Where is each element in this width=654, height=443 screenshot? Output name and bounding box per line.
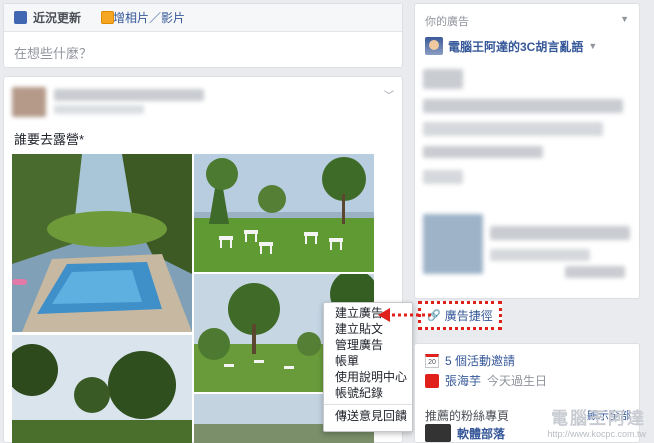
tab-status-update[interactable]: 近況更新 bbox=[4, 4, 91, 31]
tab-add-photo[interactable]: 新增相片／影片 bbox=[91, 4, 195, 31]
watermark-title: 電腦王阿達 bbox=[551, 409, 646, 428]
birthday-text: 今天過生日 bbox=[487, 374, 548, 388]
post-photo-lawn[interactable] bbox=[194, 154, 374, 272]
ad-preview-blur bbox=[423, 99, 623, 113]
birthday-row[interactable]: 張海芋 今天過生日 bbox=[425, 372, 547, 389]
ad-preview-blur bbox=[423, 69, 463, 89]
menu-item-send-feedback[interactable]: 傳送意見回饋 bbox=[324, 408, 412, 424]
chevron-down-icon[interactable]: ▼ bbox=[620, 14, 629, 24]
composer-card: 近況更新 新增相片／影片 在想些什麼？ bbox=[3, 3, 403, 68]
menu-item-manage-ads[interactable]: 管理廣告 bbox=[324, 337, 412, 353]
post-photo-trees[interactable] bbox=[12, 335, 192, 443]
ad-preview-blur bbox=[490, 249, 590, 261]
page-thumbnail bbox=[425, 424, 451, 442]
chevron-down-icon: ▼ bbox=[588, 41, 598, 51]
post-author-avatar[interactable] bbox=[12, 87, 46, 117]
event-invites-row[interactable]: 20 5 個活動邀請 bbox=[425, 352, 515, 369]
ads-shortcut-label: 廣告捷徑 bbox=[444, 309, 493, 323]
ad-preview-blur bbox=[423, 170, 463, 184]
chevron-down-icon[interactable]: ﹀ bbox=[384, 87, 394, 102]
composer-tabs: 近況更新 新增相片／影片 bbox=[4, 4, 402, 32]
event-invites-label: 5 個活動邀請 bbox=[445, 354, 516, 368]
page-name: 電腦王阿達的3C胡言亂語 bbox=[448, 39, 584, 54]
ads-page-selector[interactable]: 電腦王阿達的3C胡言亂語 ▼ bbox=[425, 37, 597, 55]
your-ads-panel: 你的廣告 ▼ 電腦王阿達的3C胡言亂語 ▼ bbox=[414, 3, 640, 299]
composer-input[interactable]: 在想些什麼？ bbox=[4, 32, 402, 73]
ad-preview-blur bbox=[490, 226, 630, 240]
post-author-name[interactable] bbox=[54, 89, 204, 101]
suggested-pages-title: 推薦的粉絲專頁 bbox=[425, 409, 510, 423]
site-watermark: 電腦王阿達 http://www.kocpc.com.tw bbox=[547, 404, 646, 439]
ad-preview-blur bbox=[565, 266, 625, 278]
menu-item-account-history[interactable]: 帳號紀錄 bbox=[324, 385, 412, 401]
calendar-icon: 20 bbox=[425, 353, 439, 368]
annotation-arrow bbox=[378, 308, 431, 322]
menu-divider bbox=[324, 404, 412, 405]
post-photo-pool[interactable] bbox=[12, 154, 192, 332]
ad-preview-image bbox=[423, 214, 483, 274]
ad-preview-blur bbox=[423, 122, 603, 136]
post-text: 誰要去露營* bbox=[14, 132, 85, 147]
watermark-url: http://www.kocpc.com.tw bbox=[547, 429, 646, 439]
edit-icon bbox=[14, 11, 27, 24]
suggested-page-item[interactable]: 軟體部落 bbox=[425, 424, 505, 442]
birthday-name: 張海芋 bbox=[445, 374, 482, 388]
gift-icon bbox=[425, 373, 439, 388]
ad-preview-blur bbox=[423, 146, 543, 158]
photo-icon bbox=[101, 11, 115, 24]
tab-status-label: 近況更新 bbox=[33, 11, 82, 25]
menu-item-help-center[interactable]: 使用說明中心 bbox=[324, 369, 412, 385]
menu-item-billing[interactable]: 帳單 bbox=[324, 353, 412, 369]
suggested-page-name: 軟體部落 bbox=[457, 426, 506, 441]
page-avatar bbox=[425, 37, 443, 55]
ads-section-title: 你的廣告 bbox=[425, 16, 469, 28]
post-timestamp bbox=[54, 105, 144, 114]
